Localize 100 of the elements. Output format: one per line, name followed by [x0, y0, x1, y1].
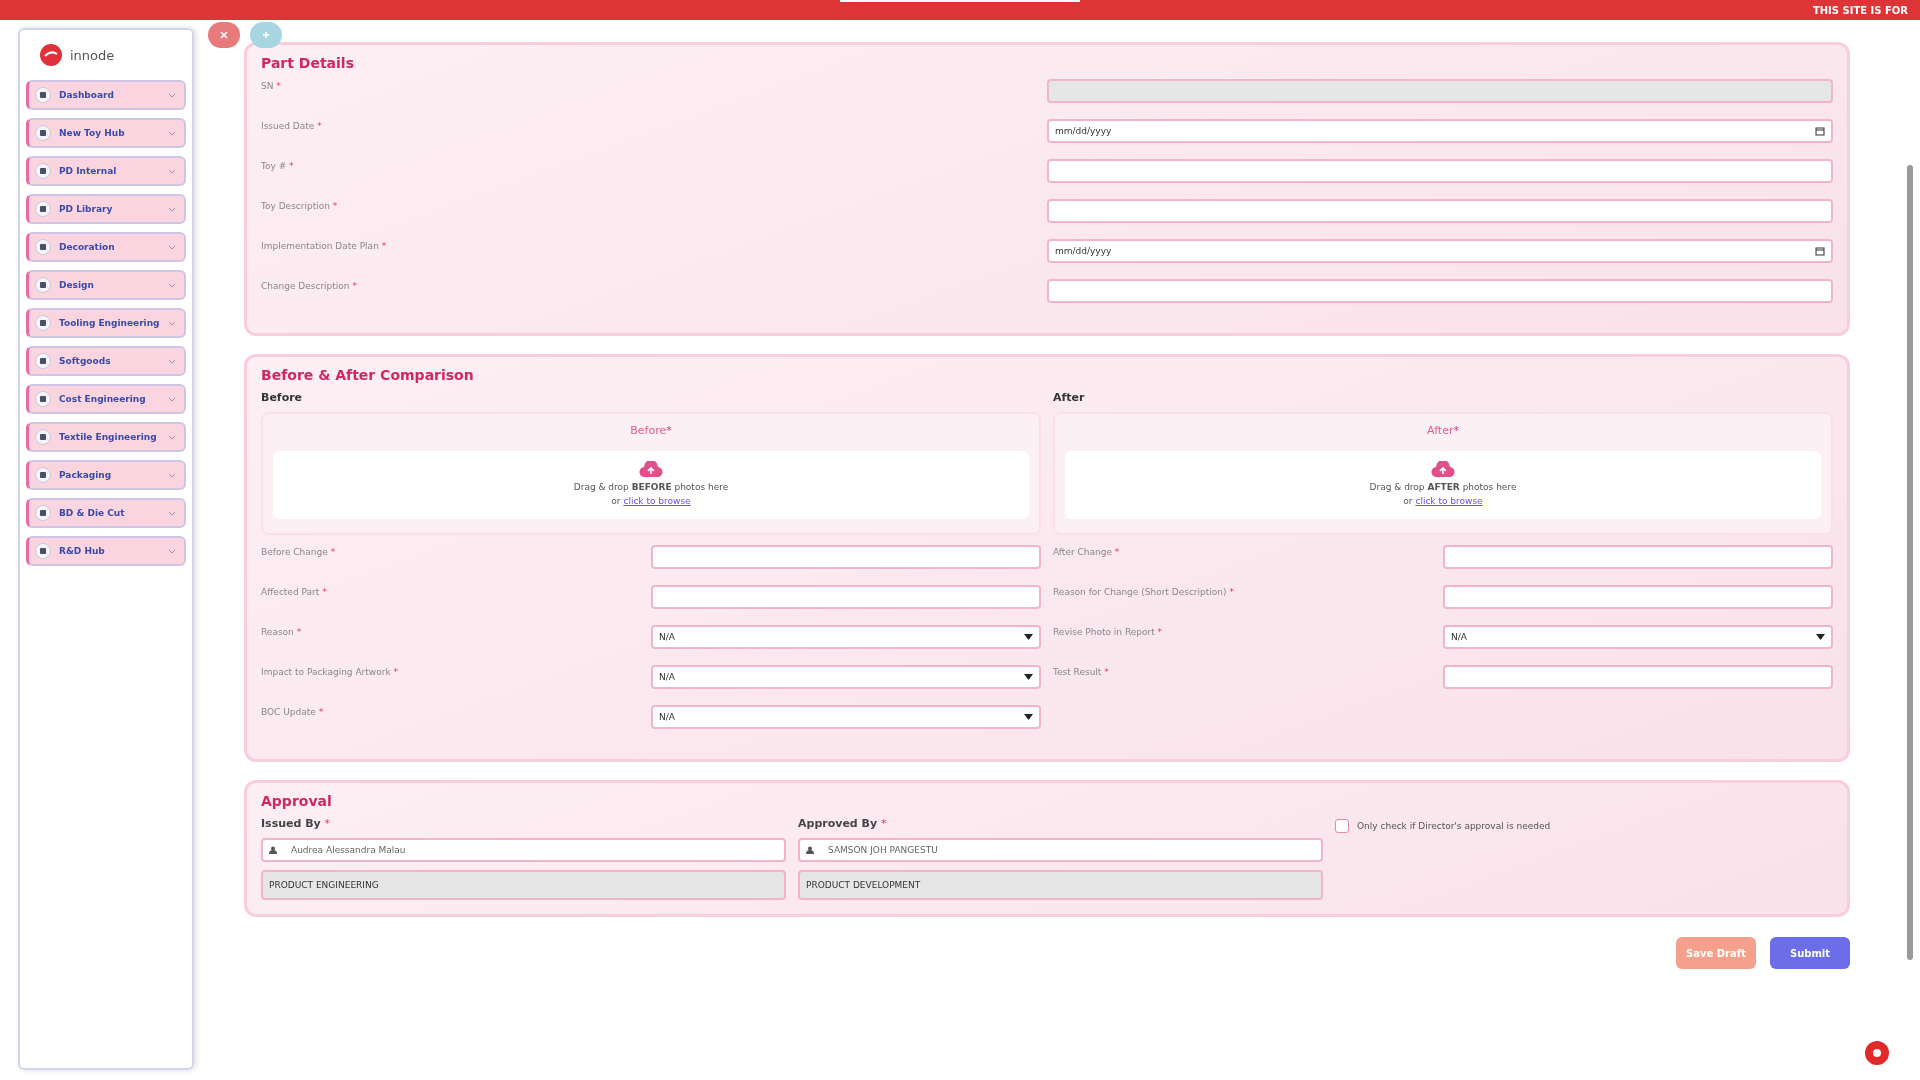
or-text: or — [1403, 496, 1413, 506]
sidebar-item[interactable]: Decoration — [26, 232, 186, 262]
menu-item-icon — [35, 429, 51, 445]
chevron-down-icon — [168, 396, 176, 402]
sidebar-item[interactable]: Cost Engineering — [26, 384, 186, 414]
field-label: Change Description — [261, 281, 350, 291]
sidebar-item[interactable]: Tooling Engineering — [26, 308, 186, 338]
cloud-upload-icon — [1431, 461, 1455, 478]
sidebar-item[interactable]: Design — [26, 270, 186, 300]
text-field[interactable] — [1443, 545, 1833, 569]
column-heading: Before — [261, 391, 304, 404]
required-mark: * — [1229, 587, 1234, 597]
section-title: Approval — [261, 793, 333, 809]
field-label: Issued Date — [261, 121, 315, 131]
plus-icon — [262, 31, 270, 39]
caret-down-icon — [1024, 714, 1033, 720]
text-field[interactable] — [1047, 199, 1833, 223]
menu-item-icon — [35, 201, 51, 217]
required-mark: * — [332, 201, 338, 211]
caret-down-icon — [1024, 674, 1033, 680]
submit-button[interactable]: Submit — [1770, 937, 1850, 969]
sidebar-item[interactable]: Packaging — [26, 460, 186, 490]
date-field[interactable]: mm/dd/yyyy — [1047, 239, 1833, 263]
browse-link[interactable]: click to browse — [1415, 496, 1483, 506]
select-field[interactable]: N/A — [651, 625, 1041, 649]
banner-text: THIS SITE IS FOR — [1812, 4, 1908, 16]
sidebar-item[interactable]: R&D Hub — [26, 536, 186, 566]
text-field[interactable] — [651, 585, 1041, 609]
field-label: Approved By — [798, 817, 878, 830]
menu-item-icon — [35, 391, 51, 407]
chevron-down-icon — [168, 282, 176, 288]
close-button[interactable] — [208, 22, 240, 48]
browse-link[interactable]: click to browse — [623, 496, 691, 506]
checkbox[interactable] — [1335, 819, 1349, 833]
field-label: After Change — [1053, 547, 1112, 557]
sidebar-item[interactable]: New Toy Hub — [26, 118, 186, 148]
text-field[interactable] — [1047, 279, 1833, 303]
text-field[interactable] — [1047, 159, 1833, 183]
required-mark: * — [393, 667, 398, 677]
person-icon — [806, 846, 814, 854]
section-title: Before & After Comparison — [261, 367, 475, 383]
select-field[interactable]: N/A — [651, 705, 1041, 729]
required-mark: * — [1453, 424, 1459, 437]
close-icon — [220, 31, 228, 39]
chevron-down-icon — [168, 548, 176, 554]
sidebar-item[interactable]: Dashboard — [26, 80, 186, 110]
expand-button[interactable] — [250, 22, 282, 48]
caret-down-icon — [1024, 634, 1033, 640]
field-label: Implementation Date Plan — [261, 241, 379, 251]
upload-title: After — [1427, 424, 1454, 437]
sidebar-item[interactable]: PD Library — [26, 194, 186, 224]
drop-zone[interactable]: Drag & drop BEFORE photos here or click to browse — [273, 451, 1029, 519]
required-mark: * — [666, 424, 672, 437]
required-mark: * — [322, 587, 327, 597]
menu-item-icon — [35, 277, 51, 293]
required-mark: * — [318, 707, 324, 717]
upload-title: Before — [630, 424, 667, 437]
text-field[interactable] — [1443, 665, 1833, 689]
field-label: Reason — [261, 627, 294, 637]
sidebar-item[interactable]: BD & Die Cut — [26, 498, 186, 528]
calendar-icon — [1815, 126, 1825, 136]
field-label: Revise Photo in Report — [1053, 627, 1155, 637]
menu-item-icon — [35, 315, 51, 331]
menu-item-icon — [35, 163, 51, 179]
required-mark: * — [330, 547, 336, 557]
sidebar-item[interactable]: Textile Engineering — [26, 422, 186, 452]
chevron-down-icon — [168, 472, 176, 478]
field-label: Toy Description — [261, 201, 330, 211]
menu-item-icon — [35, 239, 51, 255]
logo-icon — [40, 44, 62, 66]
menu-item-icon — [35, 543, 51, 559]
field-label: SN — [261, 81, 274, 91]
scrollbar[interactable] — [1907, 165, 1913, 960]
section-title: Part Details — [261, 55, 355, 71]
person-select[interactable]: Audrea Alessandra Malau — [261, 838, 786, 862]
required-mark: * — [352, 281, 357, 291]
sidebar-item[interactable]: Softgoods — [26, 346, 186, 376]
drop-instructions: Drag & drop BEFORE photos here — [573, 482, 729, 492]
field-label: Issued By — [261, 817, 321, 830]
chevron-down-icon — [168, 434, 176, 440]
required-mark: * — [296, 627, 302, 637]
field-label: Reason for Change (Short Description) — [1053, 587, 1227, 597]
chevron-down-icon — [168, 130, 176, 136]
text-field[interactable] — [651, 545, 1041, 569]
person-select[interactable]: SAMSON JOH PANGESTU — [798, 838, 1323, 862]
field-label: Affected Part — [261, 587, 320, 597]
sidebar-item[interactable]: PD Internal — [26, 156, 186, 186]
required-mark: * — [324, 817, 331, 830]
required-mark: * — [289, 161, 294, 171]
required-mark: * — [1114, 547, 1120, 557]
drop-zone[interactable]: Drag & drop AFTER photos here or click to browse — [1065, 451, 1821, 519]
select-field[interactable]: N/A — [651, 665, 1041, 689]
text-field[interactable] — [1443, 585, 1833, 609]
date-field[interactable]: mm/dd/yyyy — [1047, 119, 1833, 143]
department-field: PRODUCT DEVELOPMENT — [798, 870, 1323, 900]
required-mark: * — [1157, 627, 1163, 637]
field-label: Toy # — [261, 161, 287, 171]
select-field[interactable]: N/A — [1443, 625, 1833, 649]
checkbox-label: Only check if Director's approval is needed — [1357, 821, 1551, 831]
chevron-down-icon — [168, 168, 176, 174]
